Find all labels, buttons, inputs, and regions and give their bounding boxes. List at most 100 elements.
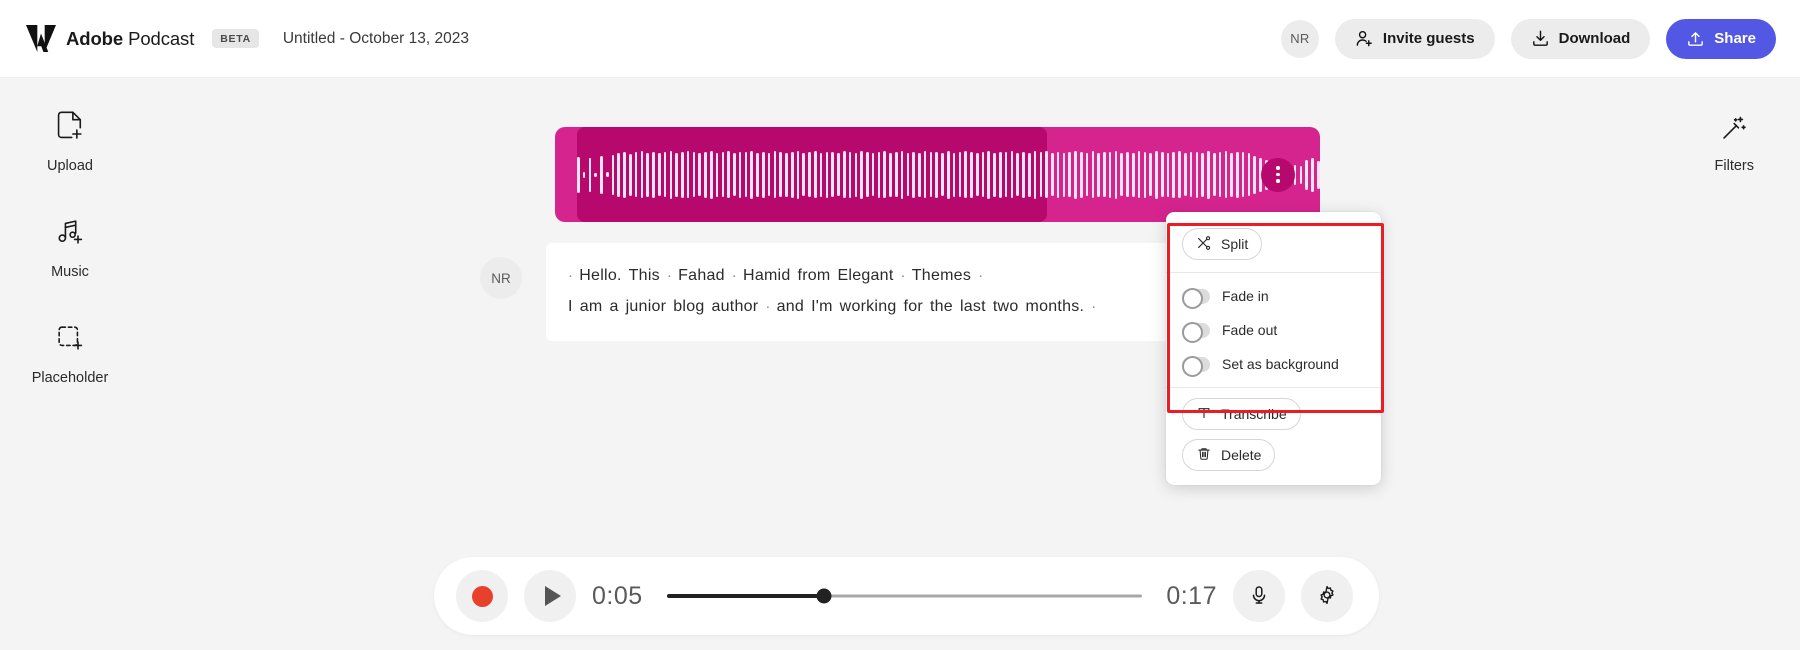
waveform-bar bbox=[1051, 153, 1054, 196]
waveform-bar bbox=[1311, 157, 1314, 192]
delete-button[interactable]: Delete bbox=[1182, 439, 1276, 471]
set-as-background-toggle-row[interactable]: Set as background bbox=[1166, 347, 1381, 381]
music-add-icon bbox=[55, 216, 85, 253]
share-upload-icon bbox=[1686, 29, 1705, 48]
waveform-bar bbox=[993, 152, 996, 197]
transcript-gap-marker[interactable]: · bbox=[732, 267, 737, 284]
waveform-bar bbox=[1236, 151, 1239, 198]
download-label: Download bbox=[1558, 30, 1631, 47]
transcript-word[interactable]: junior bbox=[626, 298, 667, 315]
transcript-word[interactable]: blog bbox=[673, 298, 704, 315]
transcript-word[interactable]: Elegant bbox=[838, 267, 894, 284]
waveform-bar bbox=[1016, 153, 1019, 196]
waveform-bar bbox=[819, 152, 823, 197]
transcript-word[interactable]: from bbox=[798, 267, 831, 284]
set-as-background-toggle[interactable] bbox=[1182, 355, 1210, 377]
transcript-word[interactable]: I'm bbox=[811, 298, 833, 315]
transcript-word[interactable]: am bbox=[580, 298, 603, 315]
waveform-bar bbox=[1074, 150, 1077, 199]
sidebar-item-upload[interactable]: Upload bbox=[20, 110, 120, 174]
scrubber[interactable] bbox=[666, 586, 1143, 606]
sidebar-item-placeholder[interactable]: Placeholder bbox=[20, 322, 120, 386]
waveform-bar bbox=[912, 151, 915, 198]
waveform-bar bbox=[600, 155, 603, 194]
transcript-word[interactable]: and bbox=[777, 298, 804, 315]
transcript-word[interactable]: working bbox=[840, 298, 897, 315]
waveform-bar bbox=[1045, 151, 1048, 198]
transcript-word[interactable]: last bbox=[960, 298, 986, 315]
share-button[interactable]: Share bbox=[1666, 18, 1776, 59]
transcript-gap-marker[interactable]: · bbox=[667, 267, 672, 284]
sidebar-item-placeholder-label: Placeholder bbox=[31, 370, 109, 386]
waveform-bar bbox=[1224, 151, 1228, 198]
waveform-bar bbox=[1241, 152, 1245, 197]
fade-in-label: Fade in bbox=[1222, 288, 1269, 304]
transcript-word[interactable]: for bbox=[904, 298, 923, 315]
waveform-bar bbox=[964, 151, 967, 198]
transcribe-button[interactable]: Transcribe bbox=[1182, 398, 1301, 430]
current-time: 0:05 bbox=[592, 581, 643, 610]
waveform-bar bbox=[692, 152, 696, 197]
player-bar: 0:05 0:17 bbox=[434, 557, 1379, 635]
document-title[interactable]: Untitled - October 13, 2023 bbox=[283, 30, 469, 48]
person-add-icon bbox=[1355, 29, 1374, 48]
settings-button[interactable] bbox=[1301, 570, 1353, 622]
transcript-gap-marker[interactable]: · bbox=[1091, 298, 1096, 315]
waveform-bar bbox=[675, 152, 678, 197]
transcript-word[interactable]: This bbox=[629, 267, 660, 284]
fade-in-toggle[interactable] bbox=[1182, 287, 1210, 309]
waveform-bar bbox=[1166, 152, 1170, 197]
waveform-bar bbox=[1184, 153, 1187, 196]
waveform-bar bbox=[1085, 153, 1089, 196]
waveform-bar bbox=[1022, 151, 1025, 198]
record-button[interactable] bbox=[456, 570, 508, 622]
user-avatar[interactable]: NR bbox=[1280, 19, 1319, 58]
transcript-word[interactable]: the bbox=[930, 298, 953, 315]
record-circle-icon bbox=[471, 585, 493, 607]
fade-out-toggle-row[interactable]: Fade out bbox=[1166, 313, 1381, 347]
fade-in-toggle-row[interactable]: Fade in bbox=[1166, 279, 1381, 313]
waveform-bar bbox=[923, 151, 927, 198]
waveform-bar bbox=[1189, 152, 1193, 197]
waveform-bar bbox=[935, 151, 939, 198]
waveform-bar bbox=[1062, 152, 1066, 197]
waveform-bar bbox=[1097, 152, 1100, 197]
waveform-bar bbox=[1103, 152, 1106, 197]
play-button[interactable] bbox=[524, 570, 576, 622]
waveform-bar bbox=[1172, 151, 1176, 198]
transcript-word[interactable]: a bbox=[609, 298, 618, 315]
scrubber-handle[interactable] bbox=[816, 588, 832, 604]
microphone-button[interactable] bbox=[1233, 570, 1285, 622]
transcript-word[interactable]: Hamid bbox=[743, 267, 790, 284]
filters-button[interactable]: Filters bbox=[1715, 114, 1754, 174]
transcript-word[interactable]: I bbox=[568, 298, 573, 315]
waveform-bar bbox=[1207, 150, 1210, 199]
clip-more-options-button[interactable] bbox=[1261, 157, 1295, 192]
waveform-bar bbox=[669, 150, 673, 199]
header-actions: NR Invite guests Download Share bbox=[1280, 18, 1776, 59]
transcript-word[interactable]: months. bbox=[1026, 298, 1085, 315]
waveform-bar bbox=[825, 151, 829, 198]
waveform-bar bbox=[646, 152, 649, 197]
waveform-bar bbox=[970, 151, 973, 198]
transcript-word[interactable]: Fahad bbox=[678, 267, 725, 284]
download-button[interactable]: Download bbox=[1510, 18, 1651, 59]
audio-clip[interactable] bbox=[555, 127, 1320, 222]
waveform-bar bbox=[1253, 155, 1256, 194]
invite-guests-button[interactable]: Invite guests bbox=[1334, 18, 1495, 59]
waveform-bar bbox=[1137, 151, 1141, 198]
transcript-word[interactable]: author bbox=[711, 298, 758, 315]
transcript-word[interactable]: two bbox=[993, 298, 1019, 315]
transcript-word[interactable]: Themes bbox=[912, 267, 971, 284]
waveform-bar bbox=[779, 152, 782, 197]
sidebar-item-music[interactable]: Music bbox=[20, 216, 120, 280]
waveform-bar bbox=[889, 152, 892, 197]
transcript-gap-marker[interactable]: · bbox=[978, 267, 983, 284]
transcript-gap-marker[interactable]: · bbox=[901, 267, 906, 284]
fade-out-toggle[interactable] bbox=[1182, 321, 1210, 343]
transcript-gap-marker[interactable]: · bbox=[765, 298, 770, 315]
transcript-word[interactable]: Hello. bbox=[579, 267, 621, 284]
transcript-gap-marker[interactable]: · bbox=[568, 267, 573, 284]
beta-badge: BETA bbox=[212, 29, 259, 48]
split-button[interactable]: Split bbox=[1182, 228, 1263, 260]
